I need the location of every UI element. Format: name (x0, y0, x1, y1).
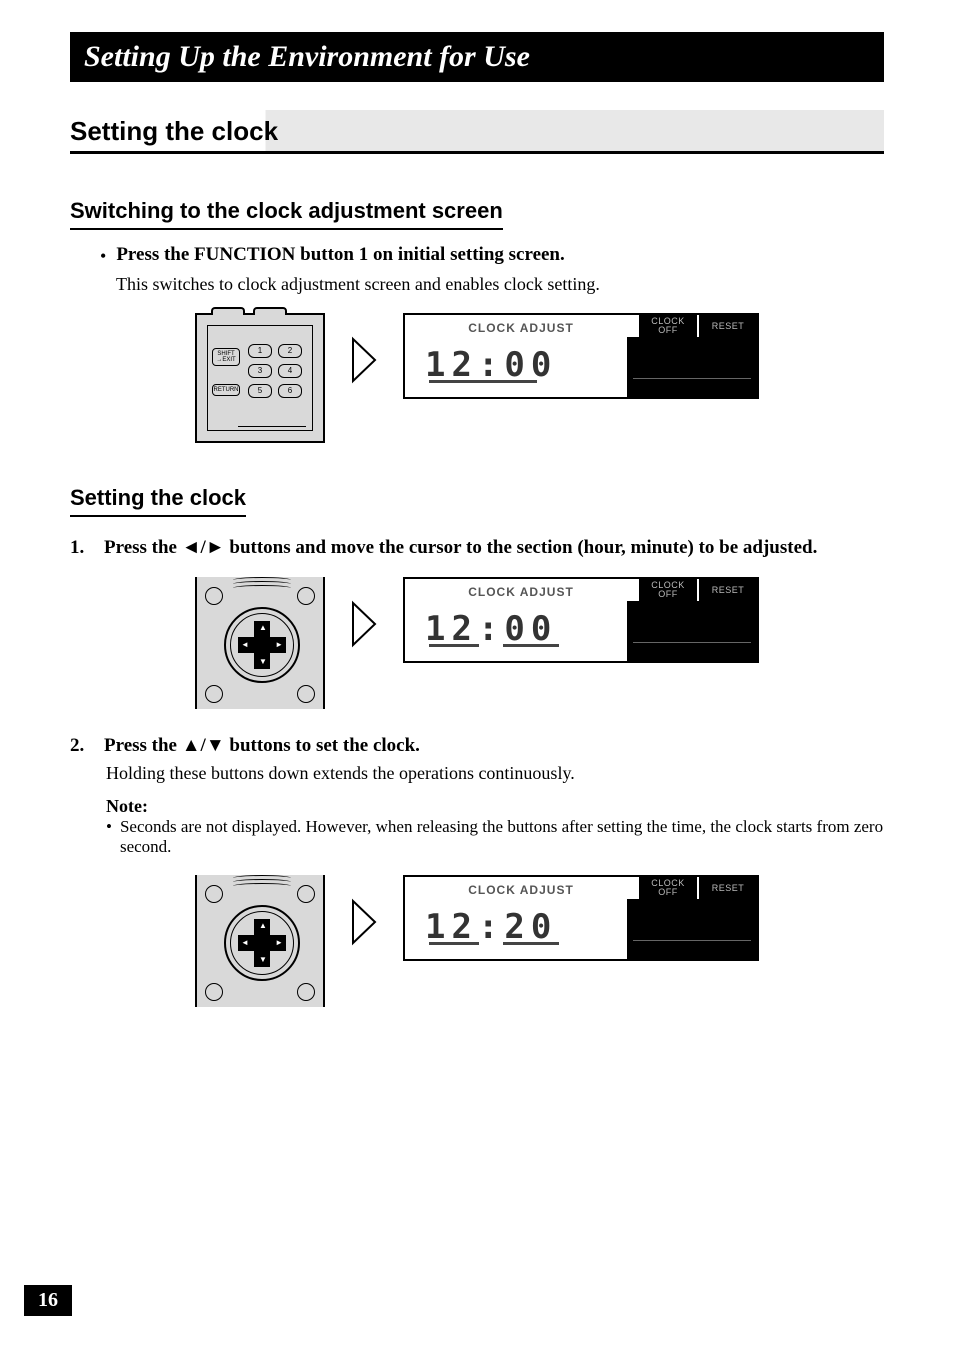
lcd-screen-2: CLOCK ADJUST CLOCK OFF RESET 12:00 (403, 577, 759, 663)
lcd-label: CLOCK ADJUST (405, 579, 637, 603)
keypad-key-5: 5 (248, 384, 272, 398)
page-number: 16 (24, 1285, 72, 1316)
bullet-icon: • (100, 244, 106, 268)
subheading-switching: Switching to the clock adjustment screen (70, 198, 503, 230)
lcd-dark-panel (627, 601, 757, 661)
lcd-time-1: 12:00 (425, 345, 557, 385)
lcd-dark-panel (627, 337, 757, 397)
lcd-screen-1: CLOCK ADJUST CLOCK OFF RESET 12:00 (403, 313, 759, 399)
dpad-left-icon: ◄ (241, 641, 249, 649)
keypad-figure: SHIFT →EXIT RETURN 1 2 3 4 5 6 (195, 313, 325, 443)
step-1-text: Press the ◄/► buttons and move the curso… (104, 537, 817, 558)
keypad-shift-button: SHIFT →EXIT (212, 348, 240, 366)
dpad-right-icon: ► (275, 939, 283, 947)
lcd-cursor-hour (429, 942, 479, 945)
lcd-clock-off-button: CLOCK OFF (637, 315, 697, 337)
note-bullet-icon: • (106, 817, 112, 857)
dpad-right-icon: ► (275, 641, 283, 649)
dpad-left-icon: ◄ (241, 939, 249, 947)
dpad-figure: ▲ ▼ ◄ ► (195, 875, 325, 1007)
lcd-dark-panel (627, 899, 757, 959)
figure-row-2: ▲ ▼ ◄ ► CLOCK ADJUST CLOCK OFF RESET 12:… (70, 577, 884, 709)
keypad-key-3: 3 (248, 364, 272, 378)
lcd-cursor-minute (503, 942, 559, 945)
arrow-icon (349, 335, 379, 385)
keypad-key-2: 2 (278, 344, 302, 358)
dpad-down-icon: ▼ (259, 956, 267, 964)
lcd-cursor-minute (503, 644, 559, 647)
dpad-down-icon: ▼ (259, 658, 267, 666)
arrow-icon (349, 897, 379, 947)
keypad-key-1: 1 (248, 344, 272, 358)
lcd-time-2: 12:00 (425, 609, 557, 649)
lcd-reset-button: RESET (697, 579, 757, 601)
keypad-key-6: 6 (278, 384, 302, 398)
instruction-desc-1: This switches to clock adjustment screen… (116, 274, 884, 295)
lcd-clock-off-button: CLOCK OFF (637, 877, 697, 899)
dpad-up-icon: ▲ (259, 922, 267, 930)
figure-row-3: ▲ ▼ ◄ ► CLOCK ADJUST CLOCK OFF RESET 12:… (70, 875, 884, 1007)
chapter-title: Setting Up the Environment for Use (70, 32, 884, 82)
lcd-label: CLOCK ADJUST (405, 315, 637, 339)
lcd-cursor-underline (429, 380, 537, 383)
section-heading: Setting the clock (70, 110, 884, 154)
dpad-figure: ▲ ▼ ◄ ► (195, 577, 325, 709)
lcd-reset-button: RESET (697, 877, 757, 899)
lcd-screen-3: CLOCK ADJUST CLOCK OFF RESET 12:20 (403, 875, 759, 961)
keypad-return-button: RETURN (212, 384, 240, 396)
lcd-cursor-hour (429, 644, 479, 647)
figure-row-1: SHIFT →EXIT RETURN 1 2 3 4 5 6 CLOC (70, 313, 884, 443)
note-text: Seconds are not displayed. However, when… (120, 817, 884, 857)
lcd-clock-off-button: CLOCK OFF (637, 579, 697, 601)
keypad-key-4: 4 (278, 364, 302, 378)
step-2-desc: Holding these buttons down extends the o… (106, 763, 884, 784)
lcd-time-3: 12:20 (425, 907, 557, 947)
step-number-2: 2. (70, 735, 92, 757)
note-label: Note: (106, 796, 884, 817)
instruction-bold-1: Press the FUNCTION button 1 on initial s… (116, 244, 564, 268)
step-2-text: Press the ▲/▼ buttons to set the clock. (104, 735, 420, 756)
dpad-up-icon: ▲ (259, 624, 267, 632)
subheading-setting: Setting the clock (70, 485, 246, 517)
step-number-1: 1. (70, 537, 92, 559)
lcd-reset-button: RESET (697, 315, 757, 337)
lcd-label: CLOCK ADJUST (405, 877, 637, 901)
arrow-icon (349, 599, 379, 649)
